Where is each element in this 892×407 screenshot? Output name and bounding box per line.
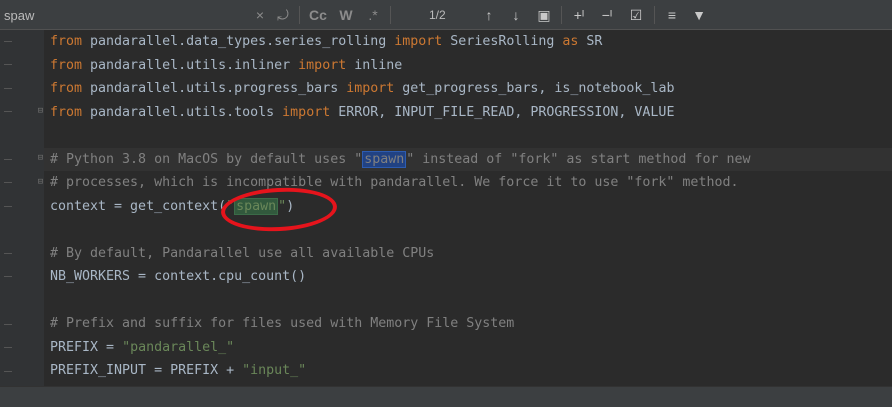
code-token: # Python 3.8 on MacOS by default uses "	[50, 151, 363, 167]
code-token: # By default, Pandarallel use all availa…	[50, 245, 435, 261]
code-line[interactable]	[50, 289, 892, 313]
fold-icon[interactable]: ⊟	[36, 106, 45, 117]
code-line[interactable]: from pandarallel.data_types.series_rolli…	[50, 30, 892, 54]
code-token: " instead of "fork" as start method for …	[406, 151, 751, 167]
code-line[interactable]: context = get_context(" spawn ")	[50, 195, 892, 219]
code-line[interactable]: PREFIX_INPUT = PREFIX + "input_"	[50, 359, 892, 383]
code-token: as	[562, 34, 587, 49]
whole-words-button[interactable]: W	[337, 5, 355, 25]
code-token: # processes, which is incompatible with …	[50, 175, 739, 190]
line-marker	[4, 253, 12, 254]
code-line[interactable]: # processes, which is incompatible with …	[50, 171, 892, 195]
code-line[interactable]: # Prefix and suffix for files used with …	[50, 312, 892, 336]
code-token: pandarallel.data_types.series_rolling	[90, 34, 395, 49]
clear-search-icon[interactable]: ×	[251, 5, 269, 25]
code-token: import	[394, 34, 451, 49]
code-token: "input_"	[242, 363, 307, 378]
code-token: from	[50, 81, 91, 96]
code-token: from	[50, 104, 91, 120]
code-token: PREFIX_INPUT = PREFIX +	[50, 363, 243, 378]
code-line[interactable]: # Python 3.8 on MacOS by default uses " s…	[44, 147, 892, 171]
code-token: )	[286, 198, 295, 214]
filter-settings-icon[interactable]: ≡	[663, 5, 681, 25]
add-occurrence-icon[interactable]: +ᴵ	[570, 5, 588, 25]
code-token: "pandarallel_"	[122, 339, 235, 355]
code-token: "	[226, 198, 235, 214]
select-occurrences-icon[interactable]: ☑	[627, 5, 645, 25]
next-occurrence-icon[interactable]: ↓	[507, 5, 525, 25]
code-token: inline	[354, 57, 403, 73]
code-token: get_progress_bars, is_notebook_lab	[402, 81, 675, 96]
match-case-button[interactable]: Cc	[309, 5, 327, 25]
filter-icon[interactable]: ▼	[690, 5, 708, 25]
code-token: # Prefix and suffix for files used with …	[50, 316, 515, 331]
code-token: from	[50, 57, 91, 73]
status-strip	[0, 386, 892, 407]
line-marker	[4, 41, 12, 42]
editor-gutter[interactable]: ⊟ ⊟ ⊟	[0, 30, 44, 386]
line-marker	[4, 111, 12, 112]
previous-occurrence-icon[interactable]: ↑	[480, 5, 498, 25]
code-token: ERROR, INPUT_FILE_READ, PROGRESSION, VAL…	[338, 104, 675, 120]
search-history-icon[interactable]: ⤾	[274, 5, 292, 25]
code-token: pandarallel.utils.progress_bars	[90, 81, 347, 96]
line-marker	[4, 371, 12, 372]
code-line[interactable]: NB_WORKERS = context.cpu_count()	[50, 265, 892, 289]
code-token: SR	[586, 34, 603, 49]
divider	[390, 6, 391, 24]
code-token: NB_WORKERS = context.cpu_count()	[50, 269, 307, 284]
divider	[654, 6, 655, 24]
divider	[299, 6, 300, 24]
line-marker	[4, 206, 12, 207]
line-marker	[4, 276, 12, 277]
find-bar: × ⤾ Cc W .* 1/2 ↑ ↓ ▣ +ᴵ −ᴵ ☑ ≡ ▼	[0, 0, 892, 30]
code-line[interactable]: from pandarallel.utils.inliner import in…	[50, 54, 892, 78]
code-token: from	[50, 34, 91, 49]
line-marker	[4, 347, 12, 348]
divider	[561, 6, 562, 24]
regex-button[interactable]: .*	[364, 5, 382, 25]
code-token: pandarallel.utils.inliner	[90, 57, 299, 73]
remove-occurrence-icon[interactable]: −ᴵ	[598, 5, 616, 25]
code-line[interactable]: from pandarallel.utils.progress_bars imp…	[50, 77, 892, 101]
search-match: spawn	[362, 150, 407, 168]
code-token: import	[282, 104, 339, 120]
code-line[interactable]: from pandarallel.utils.tools import ERRO…	[50, 101, 892, 125]
search-match: spawn	[234, 197, 279, 215]
code-token: context = get_context(	[50, 198, 227, 214]
code-line[interactable]	[50, 124, 892, 148]
code-token: SeriesRolling	[450, 34, 563, 49]
code-token: "	[278, 198, 287, 214]
fold-icon[interactable]: ⊟	[36, 177, 45, 188]
code-token: import	[298, 57, 355, 73]
code-line[interactable]: # By default, Pandarallel use all availa…	[50, 242, 892, 266]
code-token: import	[346, 81, 403, 96]
line-marker	[4, 182, 12, 183]
line-marker	[4, 159, 12, 160]
code-editor[interactable]: from pandarallel.data_types.series_rolli…	[44, 30, 892, 383]
code-token: pandarallel.utils.tools	[90, 104, 283, 120]
search-input[interactable]	[4, 5, 244, 25]
code-line[interactable]: PREFIX = "pandarallel_"	[50, 336, 892, 360]
code-line[interactable]	[50, 218, 892, 242]
line-marker	[4, 324, 12, 325]
line-marker	[4, 64, 12, 65]
line-marker	[4, 88, 12, 89]
select-all-occurrences-icon[interactable]: ▣	[535, 5, 553, 25]
match-counter: 1/2	[429, 8, 446, 22]
code-token: PREFIX =	[50, 339, 123, 355]
